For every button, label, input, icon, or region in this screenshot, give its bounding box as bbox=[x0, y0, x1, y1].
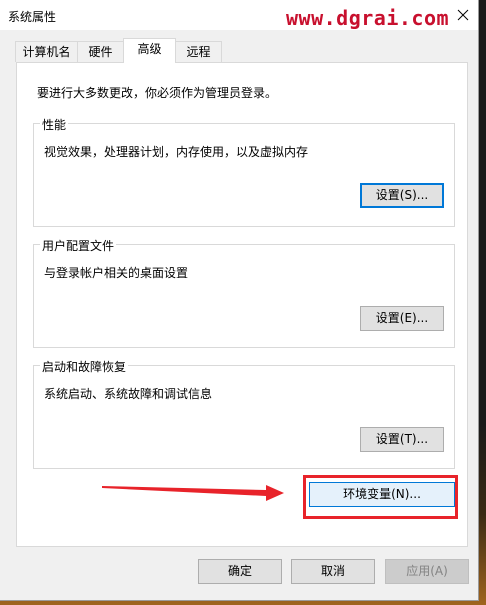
title-bar[interactable]: 系统属性 www.dgrai.com bbox=[0, 0, 478, 30]
annotation-highlight-box bbox=[303, 475, 458, 519]
close-icon bbox=[457, 9, 469, 21]
window-title: 系统属性 bbox=[8, 10, 57, 24]
performance-settings-button[interactable]: 设置(S)... bbox=[360, 183, 444, 208]
cancel-button[interactable]: 取消 bbox=[291, 559, 375, 584]
watermark: www.dgrai.com bbox=[286, 6, 450, 30]
system-properties-window: 系统属性 www.dgrai.com 计算机名 硬件 高级 远程 要进行大多数更… bbox=[0, 0, 479, 601]
user-profiles-group-title: 用户配置文件 bbox=[40, 237, 117, 254]
user-profiles-settings-button[interactable]: 设置(E)... bbox=[360, 306, 444, 331]
startup-recovery-description: 系统启动、系统故障和调试信息 bbox=[44, 387, 213, 401]
tab-computer-name[interactable]: 计算机名 bbox=[15, 41, 78, 62]
admin-notice: 要进行大多数更改，你必须作为管理员登录。 bbox=[37, 86, 278, 100]
apply-button[interactable]: 应用(A) bbox=[385, 559, 469, 584]
startup-recovery-group: 启动和故障恢复 系统启动、系统故障和调试信息 设置(T)... bbox=[33, 358, 455, 469]
tab-hardware[interactable]: 硬件 bbox=[77, 41, 124, 62]
tab-remote[interactable]: 远程 bbox=[175, 41, 222, 62]
user-profiles-description: 与登录帐户相关的桌面设置 bbox=[44, 266, 189, 280]
startup-recovery-settings-button[interactable]: 设置(T)... bbox=[360, 427, 444, 452]
performance-group: 性能 视觉效果，处理器计划，内存使用，以及虚拟内存 设置(S)... bbox=[33, 116, 455, 227]
user-profiles-group: 用户配置文件 与登录帐户相关的桌面设置 设置(E)... bbox=[33, 237, 455, 348]
performance-description: 视觉效果，处理器计划，内存使用，以及虚拟内存 bbox=[44, 145, 309, 159]
performance-group-title: 性能 bbox=[40, 116, 69, 133]
startup-recovery-group-title: 启动和故障恢复 bbox=[40, 358, 129, 375]
close-button[interactable] bbox=[452, 4, 474, 26]
tab-advanced[interactable]: 高级 bbox=[123, 38, 176, 63]
ok-button[interactable]: 确定 bbox=[198, 559, 282, 584]
annotation-arrow-icon bbox=[102, 485, 284, 501]
